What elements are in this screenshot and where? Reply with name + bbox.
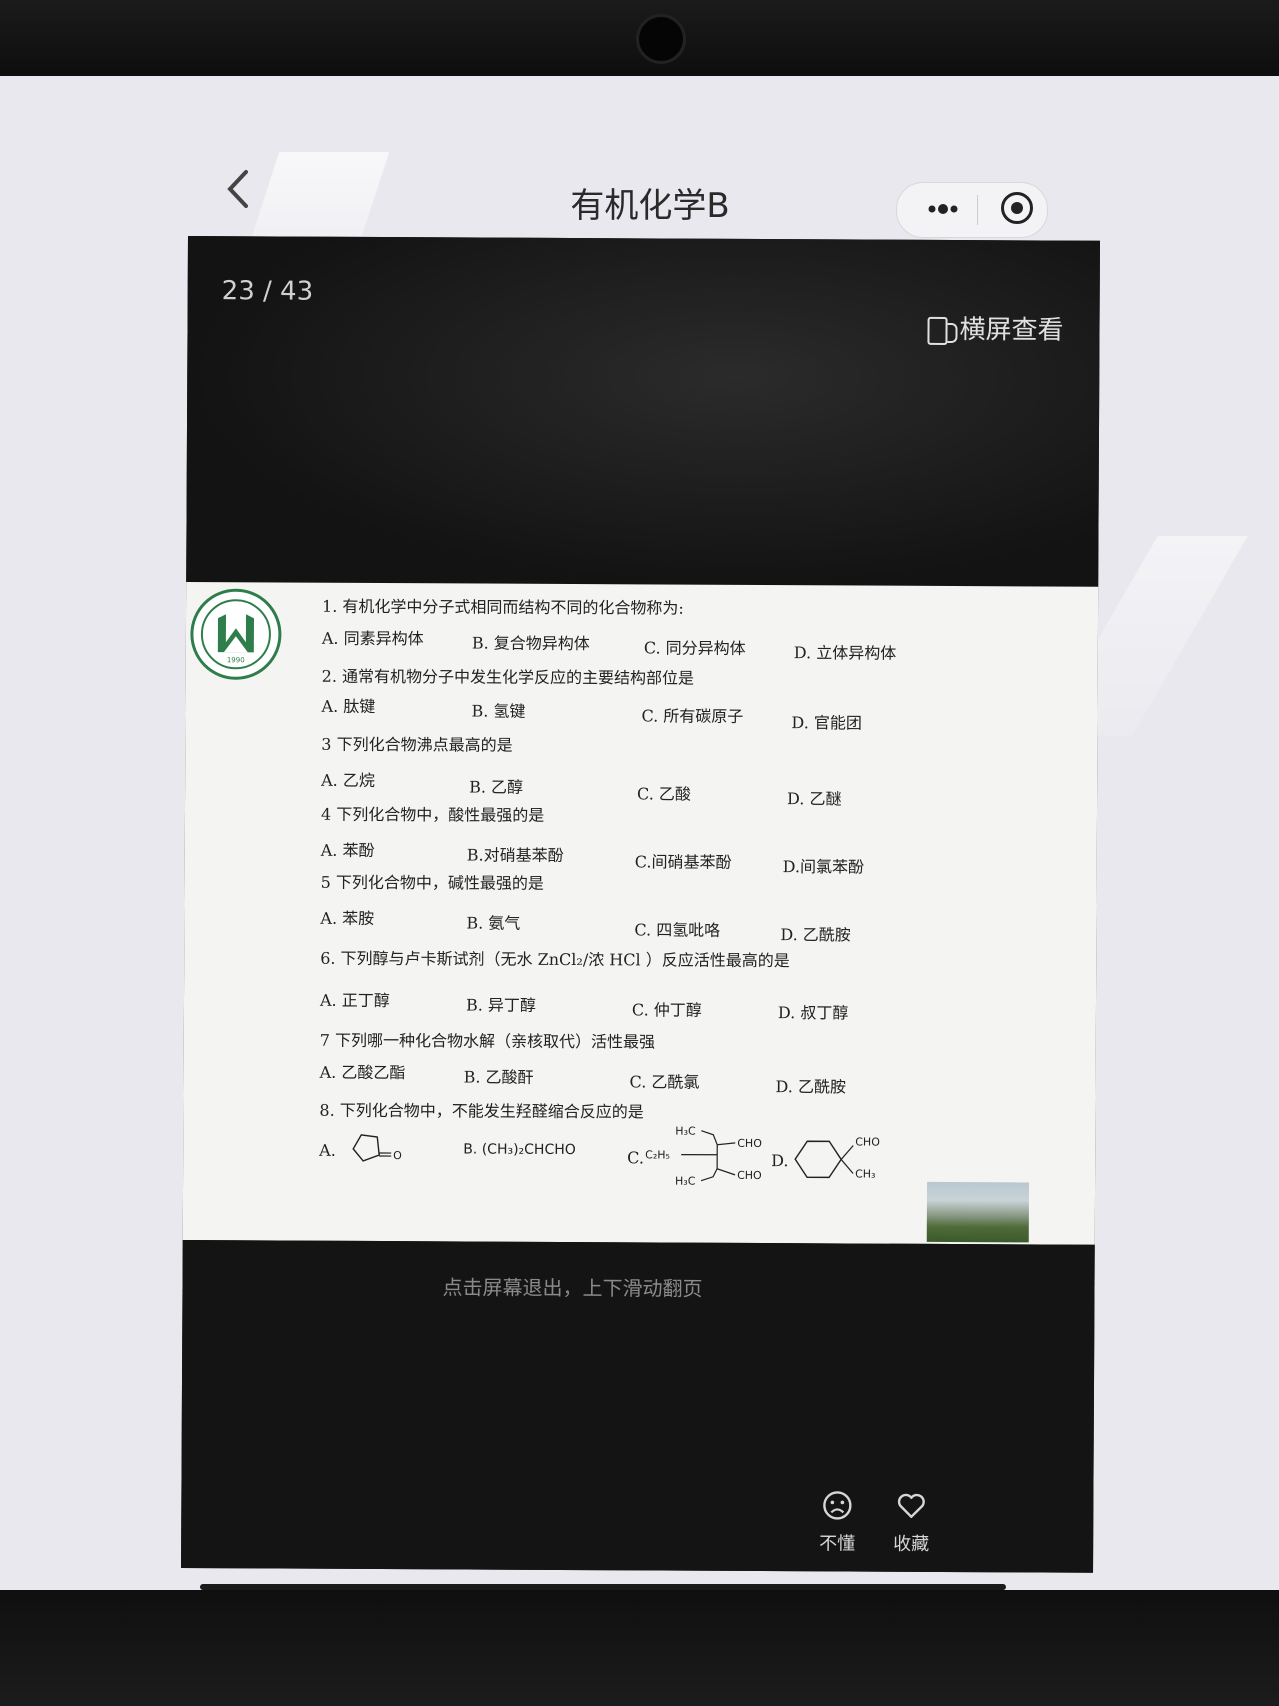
question-3-option-a: A. 乙烷 xyxy=(321,770,375,790)
question-7-option-b: B. 乙酸酐 xyxy=(463,1067,534,1087)
screen: 有机化学B 23 / 43 横屏查看 1990 1. 有机化学中分子式相同而结构… xyxy=(0,76,1279,1590)
sad-face-icon xyxy=(823,1491,852,1520)
dont-understand-label: 不懂 xyxy=(819,1533,856,1555)
university-logo: 1990 xyxy=(190,588,282,680)
question-2-option-b: B. 氢键 xyxy=(471,701,526,721)
question-8-option-a: A. xyxy=(319,1140,336,1160)
question-6-option-d: D. 叔丁醇 xyxy=(777,1003,849,1023)
page-title: 有机化学B xyxy=(570,186,730,226)
question-6-option-a: A. 正丁醇 xyxy=(319,990,390,1011)
miniprogram-capsule xyxy=(896,182,1048,238)
favorite-button[interactable]: 收藏 xyxy=(881,1490,941,1556)
oxygen-label: O xyxy=(393,1149,402,1162)
question-8-option-b: B. (CH₃)₂CHCHO xyxy=(463,1141,576,1159)
heart-icon xyxy=(897,1493,925,1519)
chevron-left-icon xyxy=(227,170,248,208)
question-8-option-d: D. xyxy=(771,1151,789,1171)
device-bezel-top xyxy=(0,0,1279,86)
question-5-option-a: A. 苯胺 xyxy=(320,908,375,928)
landscape-view-button[interactable]: 横屏查看 xyxy=(927,310,1087,351)
question-3-text: 3 下列化合物沸点最高的是 xyxy=(321,734,513,755)
landscape-view-label: 横屏查看 xyxy=(959,315,1064,346)
favorite-label: 收藏 xyxy=(893,1533,930,1555)
c-h3c-bottom-label: H₃C xyxy=(675,1175,696,1188)
question-7-text: 7 下列哪一种化合物水解（亲核取代）活性最强 xyxy=(319,1030,656,1052)
cyclopentanone-structure: O xyxy=(352,1134,402,1162)
viewer-header-area: 23 / 43 横屏查看 xyxy=(186,236,1100,587)
question-8-option-c: C. xyxy=(627,1148,644,1168)
back-button[interactable] xyxy=(222,166,262,218)
front-camera xyxy=(636,14,686,64)
question-3-option-b: B. 乙醇 xyxy=(469,777,524,797)
question-1-text: 1. 有机化学中分子式相同而结构不同的化合物称为: xyxy=(322,596,684,618)
question-6-text: 6. 下列醇与卢卡斯试剂（无水 ZnCl₂/浓 HCl ）反应活性最高的是 xyxy=(320,948,790,971)
d-ch3-label: CH₃ xyxy=(855,1168,875,1181)
viewer-footer-area: 点击屏幕退出，上下滑动翻页 不懂 收藏 xyxy=(181,1239,1095,1573)
rotate-phone-icon xyxy=(927,316,948,345)
question-4-text: 4 下列化合物中，酸性最强的是 xyxy=(320,804,545,825)
d-cho-label: CHO xyxy=(855,1136,880,1149)
question-6-option-b: B. 异丁醇 xyxy=(465,995,536,1015)
exit-hint: 点击屏幕退出，上下滑动翻页 xyxy=(442,1275,703,1301)
question-1-option-c: C. 同分异构体 xyxy=(643,638,746,658)
question-7-option-d: D. 乙酰胺 xyxy=(775,1077,847,1097)
question-4-option-a: A. 苯酚 xyxy=(320,840,375,860)
device-bezel-bottom xyxy=(0,1590,1279,1706)
branched-dialdehyde-structure: H₃C CHO C₂H₅ H₃C CHO xyxy=(645,1125,762,1188)
question-2-option-c: C. 所有碳原子 xyxy=(641,706,744,726)
question-3-option-c: C. 乙酸 xyxy=(637,784,691,804)
document-viewer[interactable]: 23 / 43 横屏查看 1990 1. 有机化学中分子式相同而结构不同的化合物… xyxy=(181,236,1100,1573)
question-2-option-d: D. 官能团 xyxy=(791,713,862,733)
question-8-text: 8. 下列化合物中，不能发生羟醛缩合反应的是 xyxy=(319,1100,644,1122)
capsule-divider xyxy=(977,195,978,225)
question-7-option-a: A. 乙酸乙酯 xyxy=(319,1062,406,1083)
question-1-option-a: A. 同素异构体 xyxy=(321,628,424,649)
question-5-option-b: B. 氨气 xyxy=(466,913,521,933)
question-1-option-d: D. 立体异构体 xyxy=(793,643,897,663)
more-dots-icon xyxy=(928,204,958,214)
question-6-option-c: C. 仲丁醇 xyxy=(631,1000,702,1020)
more-button[interactable] xyxy=(917,189,969,229)
question-5-option-c: C. 四氢吡咯 xyxy=(634,920,721,940)
record-circle-icon xyxy=(1011,202,1023,214)
question-5-option-d: D. 乙酰胺 xyxy=(780,925,851,945)
question-4-option-c: C.间硝基苯酚 xyxy=(634,852,732,872)
question-1-option-b: B. 复合物异构体 xyxy=(471,633,590,654)
question-2-option-a: A. 肽键 xyxy=(321,696,376,716)
c-h3c-top-label: H₃C xyxy=(675,1125,696,1138)
campus-photo xyxy=(926,1181,1030,1243)
navigation-bar: 有机化学B xyxy=(0,76,1279,238)
question-4-option-d: D.间氯苯酚 xyxy=(782,857,865,877)
c-c2h5-label: C₂H₅ xyxy=(645,1148,670,1161)
page-counter: 23 / 43 xyxy=(221,276,314,307)
methylcyclohexane-carbaldehyde-structure: CHO CH₃ xyxy=(794,1136,880,1181)
question-2-text: 2. 通常有机物分子中发生化学反应的主要结构部位是 xyxy=(321,666,695,688)
dont-understand-button[interactable]: 不懂 xyxy=(807,1489,867,1555)
question-3-option-d: D. 乙醚 xyxy=(787,789,842,809)
c-cho-top-label: CHO xyxy=(737,1137,762,1150)
c-cho-bottom-label: CHO xyxy=(737,1169,762,1182)
close-button[interactable] xyxy=(1001,192,1033,224)
logo-year: 1990 xyxy=(227,656,245,664)
slide-page: 1990 1. 有机化学中分子式相同而结构不同的化合物称为: A. 同素异构体 … xyxy=(182,581,1099,1245)
question-5-text: 5 下列化合物中，碱性最强的是 xyxy=(320,872,544,893)
question-7-option-c: C. 乙酰氯 xyxy=(629,1072,700,1092)
question-4-option-b: B.对硝基苯酚 xyxy=(466,845,564,865)
